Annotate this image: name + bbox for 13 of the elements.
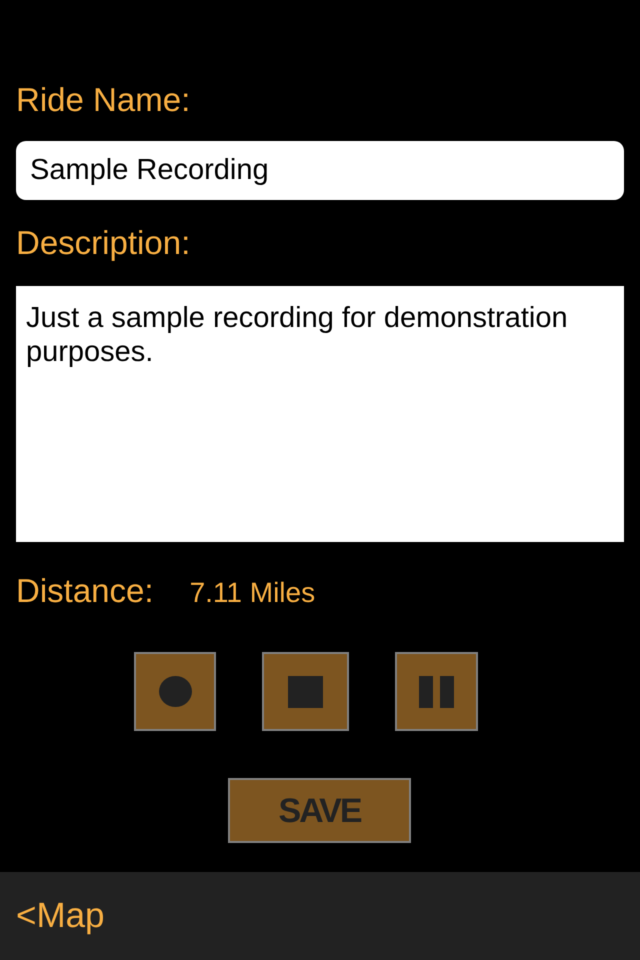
stop-button[interactable] [262, 652, 349, 731]
ride-name-label: Ride Name: [16, 81, 190, 119]
stop-icon [288, 676, 323, 708]
back-link[interactable]: <Map [16, 895, 105, 937]
pause-icon [419, 676, 454, 708]
ride-name-field[interactable]: Sample Recording [16, 141, 624, 200]
record-icon [158, 676, 192, 707]
description-field[interactable]: Just a sample recording for demonstration purposes. [16, 286, 624, 542]
record-button[interactable] [134, 652, 216, 731]
distance-value: 7.11 Miles [190, 576, 316, 610]
distance-label: Distance: [16, 572, 154, 610]
description-label: Description: [16, 224, 190, 262]
pause-button[interactable] [395, 652, 478, 731]
